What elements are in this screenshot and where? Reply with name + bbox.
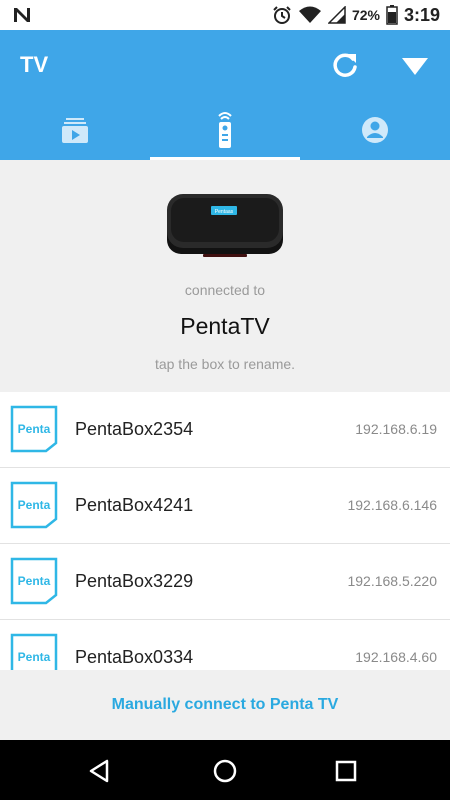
app-bar: TV — [0, 30, 450, 100]
box-logo-text: Pentaas — [215, 209, 234, 215]
dropdown-icon[interactable] — [400, 55, 430, 77]
device-name: PentaBox4241 — [75, 495, 194, 515]
device-row[interactable]: Penta PentaBox4241 192.168.6.146 — [0, 468, 450, 544]
penta-logo-text: Penta — [18, 574, 51, 588]
tab-videos[interactable] — [0, 100, 150, 160]
device-name: PentaBox2354 — [75, 419, 194, 439]
connected-device-name[interactable]: PentaTV — [0, 313, 450, 340]
set-top-box-image[interactable]: Pentaas — [163, 190, 287, 264]
app-title: TV — [20, 52, 49, 77]
connected-label: connected to — [184, 282, 266, 298]
penta-logo-icon: Penta — [10, 557, 58, 605]
penta-logo-icon: Penta — [10, 633, 58, 670]
alarm-icon — [273, 6, 291, 24]
manual-connect-button[interactable]: Manually connect to Penta TV — [112, 696, 339, 714]
n-notification-icon — [14, 8, 30, 22]
recents-icon[interactable] — [333, 758, 359, 784]
rename-hint: tap the box to rename. — [154, 356, 296, 372]
device-name: PentaBox3229 — [75, 571, 194, 591]
account-icon — [362, 117, 388, 143]
back-icon[interactable] — [87, 758, 113, 784]
penta-logo-text: Penta — [18, 422, 51, 436]
device-ip: 192.168.6.146 — [347, 497, 437, 513]
home-icon[interactable] — [212, 758, 238, 784]
refresh-icon[interactable] — [330, 50, 360, 80]
battery-icon — [386, 5, 398, 25]
device-row[interactable]: Penta PentaBox3229 192.168.5.220 — [0, 544, 450, 620]
connected-device-panel: Pentaas connected to PentaTV tap the box… — [0, 160, 450, 392]
tab-account[interactable] — [300, 100, 450, 160]
device-row[interactable]: Penta PentaBox2354 192.168.6.19 — [0, 392, 450, 468]
device-name: PentaBox0334 — [75, 647, 194, 667]
penta-logo-icon: Penta — [10, 481, 58, 529]
penta-logo-text: Penta — [18, 650, 51, 664]
device-row[interactable]: Penta PentaBox0334 192.168.4.60 — [0, 620, 450, 670]
device-ip: 192.168.4.60 — [355, 649, 437, 665]
tab-bar — [0, 100, 450, 160]
video-library-icon — [62, 118, 88, 143]
device-ip: 192.168.5.220 — [347, 573, 437, 589]
device-ip: 192.168.6.19 — [355, 421, 437, 437]
tab-remote[interactable] — [150, 100, 300, 160]
remote-icon — [218, 112, 232, 148]
device-list: Penta PentaBox2354 192.168.6.19 Penta Pe… — [0, 392, 450, 670]
penta-logo-icon: Penta — [10, 405, 58, 453]
signal-icon — [327, 6, 346, 24]
manual-connect-bar: Manually connect to Penta TV — [0, 670, 450, 740]
clock-time: 3:19 — [403, 4, 440, 25]
penta-logo-text: Penta — [18, 498, 51, 512]
status-bar: 72% 3:19 — [0, 0, 450, 30]
battery-percent: 72% — [351, 7, 380, 23]
system-nav-bar — [0, 740, 450, 800]
wifi-icon — [298, 6, 321, 23]
